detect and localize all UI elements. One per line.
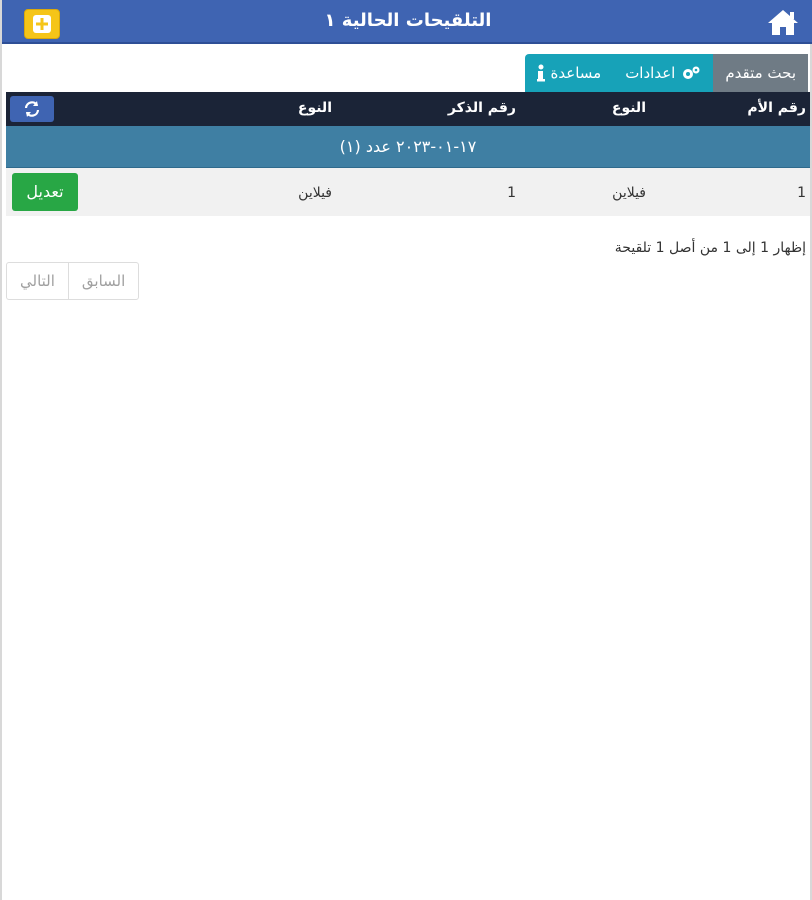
previous-page-button[interactable]: السابق xyxy=(69,263,138,299)
page-title: التلقيحات الحالية ١ xyxy=(324,10,492,31)
table-header: رقم الأم النوع رقم الذكر النوع xyxy=(6,92,810,126)
settings-button[interactable]: اعدادات xyxy=(613,54,714,92)
toolbar: بحث متقدم اعدادات مساعدة xyxy=(524,54,808,92)
help-button[interactable]: مساعدة xyxy=(524,54,614,92)
cell-type: فيلاين xyxy=(612,185,646,201)
column-male-number[interactable]: رقم الذكر xyxy=(448,100,516,116)
column-mother-number[interactable]: رقم الأم xyxy=(747,100,806,116)
refresh-icon xyxy=(24,101,40,117)
advanced-search-label: بحث متقدم xyxy=(725,64,796,82)
column-type[interactable]: النوع xyxy=(612,100,646,116)
column-type-2[interactable]: النوع xyxy=(298,100,332,116)
advanced-search-button[interactable]: بحث متقدم xyxy=(713,54,808,92)
info-icon xyxy=(536,64,545,82)
pagination: التالي السابق xyxy=(6,262,140,300)
cell-type-2: فيلاين xyxy=(298,185,332,201)
results-summary: إظهار 1 إلى 1 من أصل 1 تلقيحة xyxy=(614,240,806,256)
refresh-button[interactable] xyxy=(10,96,54,122)
settings-label: اعدادات xyxy=(625,64,676,82)
add-button[interactable] xyxy=(24,9,60,39)
page: التلقيحات الحالية ١ بحث متقدم اعدادات مس… xyxy=(0,0,812,900)
cell-male-number: 1 xyxy=(507,185,516,201)
next-page-button[interactable]: التالي xyxy=(7,263,69,299)
header-bar: التلقيحات الحالية ١ xyxy=(2,0,812,44)
edit-button[interactable]: تعديل xyxy=(12,173,78,211)
cell-mother-number: 1 xyxy=(797,185,806,201)
gears-icon xyxy=(683,66,700,79)
table-row[interactable]: 1 فيلاين 1 فيلاين تعديل xyxy=(6,168,810,216)
plus-icon xyxy=(33,15,51,33)
help-label: مساعدة xyxy=(550,64,602,82)
date-group-row[interactable]: ١٧-٠١-٢٠٢٣ عدد (١) xyxy=(6,126,810,168)
